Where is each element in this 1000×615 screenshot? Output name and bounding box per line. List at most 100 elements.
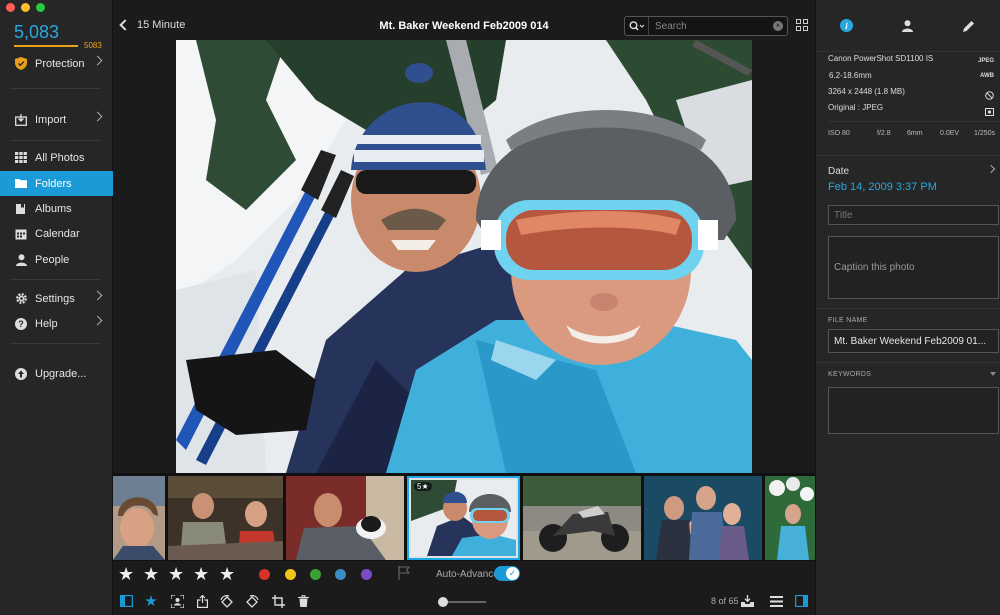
star-rating-5[interactable]: ★: [219, 565, 235, 583]
caption-field[interactable]: Caption this photo: [828, 236, 999, 299]
close-window-button[interactable]: [6, 3, 15, 12]
rotate-right-icon[interactable]: [245, 594, 259, 608]
filmstrip-thumbnail[interactable]: [168, 476, 283, 560]
filmstrip-thumbnail-selected[interactable]: 5★: [407, 476, 520, 560]
filmstrip-thumbnail[interactable]: [644, 476, 762, 560]
face-detect-icon[interactable]: [170, 594, 184, 608]
camera-model: Canon PowerShot SD1100 IS: [828, 54, 934, 63]
file-name-field[interactable]: Mt. Baker Weekend Feb2009 01...: [828, 329, 999, 353]
calendar-icon: [14, 227, 28, 241]
quota-count: 5083: [84, 41, 102, 50]
sidebar-item-import[interactable]: Import: [0, 107, 113, 132]
sidebar-item-calendar[interactable]: Calendar: [0, 221, 113, 246]
filmstrip-thumbnail[interactable]: [765, 476, 815, 560]
toggle-info-panel-icon[interactable]: [794, 594, 808, 608]
filmstrip-thumbnail[interactable]: [523, 476, 641, 560]
color-label-green[interactable]: [310, 569, 321, 580]
import-icon: [14, 113, 28, 127]
keywords-field[interactable]: [828, 387, 999, 434]
auto-advance-label: Auto-Advance: [436, 569, 499, 580]
search-icon[interactable]: [625, 17, 649, 35]
bottom-toolbar: ★ 8 of 65: [113, 588, 815, 615]
star-rating-3[interactable]: ★: [168, 565, 184, 583]
svg-text:?: ?: [18, 319, 24, 329]
chevron-right-icon: [92, 111, 103, 122]
tab-info[interactable]: i: [816, 0, 877, 51]
filmstrip-thumbnail[interactable]: [286, 476, 404, 560]
crop-icon[interactable]: [271, 594, 285, 608]
chevron-left-icon: [119, 19, 131, 31]
zoom-slider-handle[interactable]: [438, 597, 448, 607]
sidebar-item-label: Import: [35, 113, 67, 126]
sidebar-item-label: Protection: [35, 57, 85, 70]
date-label: Date: [828, 166, 850, 177]
auto-advance-toggle[interactable]: ✓: [494, 566, 520, 581]
photo-count: 5,083: [14, 22, 60, 42]
sidebar-item-label: Settings: [35, 292, 75, 305]
albums-icon: [14, 202, 28, 216]
zoom-window-button[interactable]: [36, 3, 45, 12]
sidebar-item-label: Folders: [35, 177, 72, 190]
folder-icon: [14, 177, 28, 191]
shield-icon: [14, 57, 28, 71]
back-button[interactable]: 15 Minute: [119, 19, 185, 31]
search-input[interactable]: [655, 20, 765, 32]
chevron-down-icon[interactable]: [990, 372, 996, 376]
lens-info: 6.2-18.6mm: [829, 71, 872, 80]
color-label-blue[interactable]: [335, 569, 346, 580]
chevron-right-icon: [92, 315, 103, 326]
info-panel-tabs: i: [816, 0, 1000, 52]
star-rating-2[interactable]: ★: [143, 565, 159, 583]
color-label-red[interactable]: [259, 569, 270, 580]
zoom-slider[interactable]: [438, 597, 486, 607]
filmstrip-thumbnail[interactable]: [113, 476, 165, 560]
flag-icon[interactable]: [398, 566, 411, 585]
info-panel: i Canon PowerShot SD1100 IS JPEG 6.2-18.…: [815, 0, 1000, 615]
white-balance-badge: AWB: [980, 73, 994, 79]
sidebar-item-people[interactable]: People: [0, 247, 113, 272]
rating-badge: 5★: [414, 482, 432, 491]
sidebar-item-all-photos[interactable]: All Photos: [0, 145, 113, 170]
toggle-sidebar-icon[interactable]: [119, 594, 133, 608]
tab-edit[interactable]: [939, 0, 1000, 51]
upgrade-icon: [14, 367, 28, 381]
sidebar-item-protection[interactable]: Protection: [0, 51, 113, 76]
menu-icon[interactable]: [769, 594, 783, 608]
sidebar-item-label: Calendar: [35, 227, 80, 240]
original-format: Original : JPEG: [828, 103, 884, 112]
color-label-purple[interactable]: [361, 569, 372, 580]
divider: [10, 279, 100, 280]
camera-mode-icon: [985, 103, 994, 121]
sidebar-item-folders[interactable]: Folders: [0, 171, 113, 196]
share-icon[interactable]: [195, 594, 209, 608]
main-photo[interactable]: [176, 40, 752, 473]
format-badge: JPEG: [977, 58, 994, 64]
gear-icon: [14, 292, 28, 306]
tab-people[interactable]: [877, 0, 938, 51]
rotate-left-icon[interactable]: [220, 594, 234, 608]
color-label-yellow[interactable]: [285, 569, 296, 580]
star-rating-1[interactable]: ★: [118, 565, 134, 583]
star-rating-4[interactable]: ★: [193, 565, 209, 583]
sidebar-item-upgrade[interactable]: Upgrade...: [0, 361, 113, 386]
clear-search-icon[interactable]: ×: [773, 21, 783, 31]
search-box[interactable]: ×: [624, 16, 788, 36]
filmstrip: 5★: [113, 473, 815, 561]
divider: [10, 88, 100, 89]
divider: [816, 308, 1000, 309]
sidebar-item-albums[interactable]: Albums: [0, 196, 113, 221]
person-icon: [14, 253, 28, 267]
date-value[interactable]: Feb 14, 2009 3:37 PM: [828, 181, 937, 193]
exif-focal-length: 6mm: [907, 130, 923, 137]
chevron-right-icon[interactable]: [986, 164, 996, 174]
sidebar-item-settings[interactable]: Settings: [0, 286, 113, 311]
sidebar-item-help[interactable]: ? Help: [0, 311, 113, 336]
page-count: 8 of 65: [711, 596, 739, 606]
title-field[interactable]: [828, 205, 999, 225]
trash-icon[interactable]: [296, 594, 310, 608]
grid-view-button[interactable]: [796, 19, 808, 31]
minimize-window-button[interactable]: [21, 3, 30, 12]
sidebar-item-label: Help: [35, 317, 58, 330]
favorite-star-icon[interactable]: ★: [144, 593, 158, 610]
download-icon[interactable]: [740, 594, 754, 608]
